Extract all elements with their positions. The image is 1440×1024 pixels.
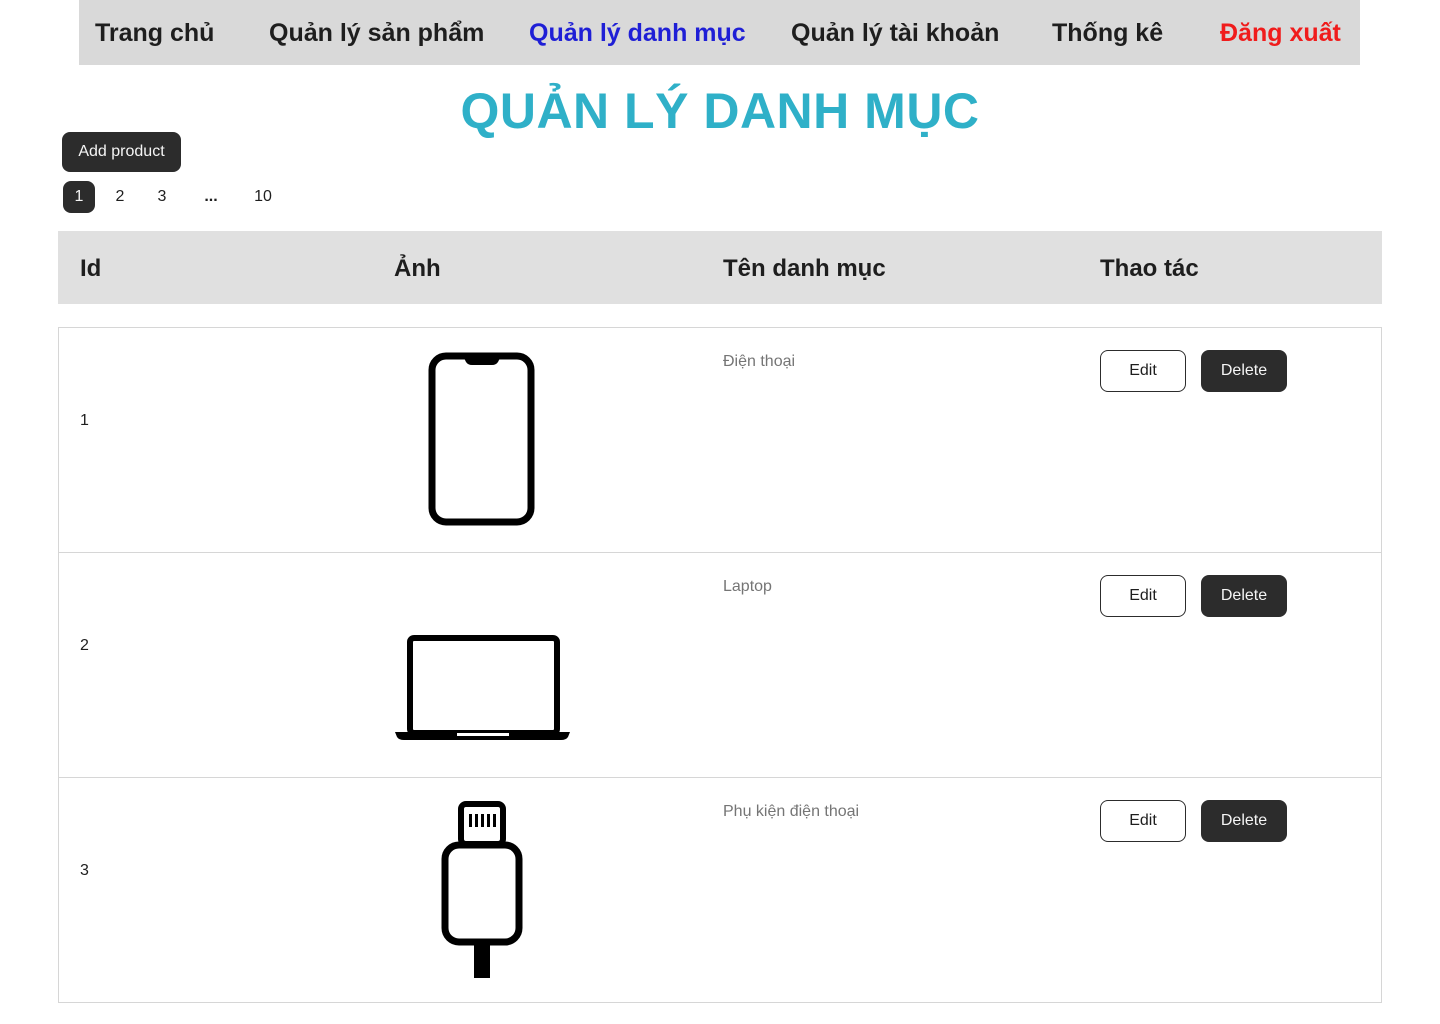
table-row: 2 Laptop Edit Delete [58, 552, 1382, 778]
column-header-actions: Thao tác [1100, 255, 1199, 282]
row-id: 3 [80, 862, 89, 879]
nav-item-account-management[interactable]: Quản lý tài khoản [791, 0, 999, 65]
page-title: QUẢN LÝ DANH MỤC [460, 83, 980, 139]
nav-item-statistics[interactable]: Thống kê [1052, 0, 1163, 65]
page-link-2[interactable]: 2 [108, 181, 132, 213]
page-link-1[interactable]: 1 [63, 181, 95, 213]
column-header-image: Ảnh [394, 255, 441, 282]
category-name: Điện thoại [723, 353, 796, 370]
row-id: 1 [80, 412, 89, 429]
smartphone-icon [395, 350, 570, 530]
edit-button[interactable]: Edit [1100, 800, 1186, 842]
edit-button[interactable]: Edit [1100, 575, 1186, 617]
laptop-icon [395, 575, 570, 755]
page-link-10[interactable]: 10 [249, 181, 277, 213]
nav-item-category-management[interactable]: Quản lý danh mục [529, 0, 746, 65]
page-link-3[interactable]: 3 [150, 181, 174, 213]
table-row: 1 Điện thoại Edit Delete [58, 327, 1382, 553]
delete-button[interactable]: Delete [1201, 575, 1287, 617]
row-id: 2 [80, 637, 89, 654]
category-name: Laptop [723, 578, 772, 595]
nav-item-product-management[interactable]: Quản lý sản phẩm [269, 0, 484, 65]
nav-item-home[interactable]: Trang chủ [95, 0, 214, 65]
delete-button[interactable]: Delete [1201, 350, 1287, 392]
usb-cable-icon [395, 800, 570, 980]
edit-button[interactable]: Edit [1100, 350, 1186, 392]
top-navigation: Trang chủ Quản lý sản phẩm Quản lý danh … [79, 0, 1360, 65]
add-product-button[interactable]: Add product [62, 132, 181, 172]
column-header-category-name: Tên danh mục [723, 255, 886, 282]
column-header-id: Id [80, 255, 102, 282]
table-row: 3 Phụ kiện điện thoại Edit Delete [58, 777, 1382, 1003]
page-ellipsis: ... [204, 188, 218, 205]
delete-button[interactable]: Delete [1201, 800, 1287, 842]
table-header: Id Ảnh Tên danh mục Thao tác [58, 231, 1382, 304]
nav-item-logout[interactable]: Đăng xuất [1220, 0, 1341, 65]
category-name: Phụ kiện điện thoại [723, 803, 860, 820]
